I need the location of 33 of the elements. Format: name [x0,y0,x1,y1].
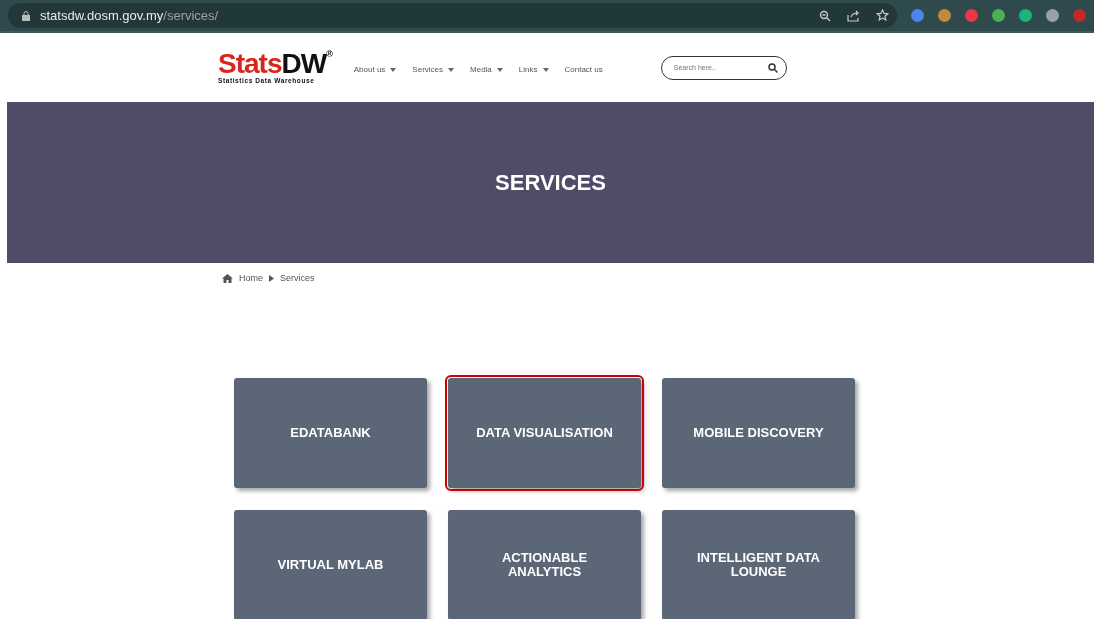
share-icon[interactable] [847,9,860,22]
service-tile[interactable]: VIRTUAL MYLAB [234,510,427,619]
extension-icon[interactable] [1019,9,1032,22]
nav-link[interactable]: About us [353,65,397,74]
breadcrumb-link[interactable]: Services [280,273,315,283]
nav-link[interactable]: Contact us [564,65,603,74]
caret-icon [496,67,503,72]
page-title: SERVICES [495,169,606,196]
service-tile[interactable]: DATA VISUALISATION [448,378,641,488]
address-bar[interactable]: statsdw.dosm.gov.my/services/ [8,3,897,28]
breadcrumb-link[interactable]: Home [239,273,263,283]
extension-icon[interactable] [992,9,1005,22]
service-tile[interactable]: MOBILE DISCOVERY [662,378,855,488]
caret-icon [390,67,397,72]
zoom-icon[interactable] [819,9,831,22]
search-icon[interactable] [767,62,778,73]
lock-icon [22,10,30,21]
service-tile[interactable]: EDATABANK [234,378,427,488]
service-tile[interactable]: INTELLIGENT DATA LOUNGE [662,510,855,619]
nav-link[interactable]: Services [412,65,455,74]
star-icon[interactable] [876,9,889,22]
nav-link[interactable]: Links [518,65,549,74]
caret-icon [448,67,455,72]
extension-icon[interactable] [1046,9,1059,22]
url-text: statsdw.dosm.gov.my/services/ [40,8,220,23]
caret-icon [542,67,549,72]
chevron-icon [269,274,274,282]
extension-icon[interactable] [911,9,924,22]
home-icon[interactable] [222,273,233,283]
extension-icon[interactable] [938,9,951,22]
extension-icon[interactable] [965,9,978,22]
service-tile[interactable]: ACTIONABLE ANALYTICS [448,510,641,619]
nav-link[interactable]: Media [470,65,503,74]
